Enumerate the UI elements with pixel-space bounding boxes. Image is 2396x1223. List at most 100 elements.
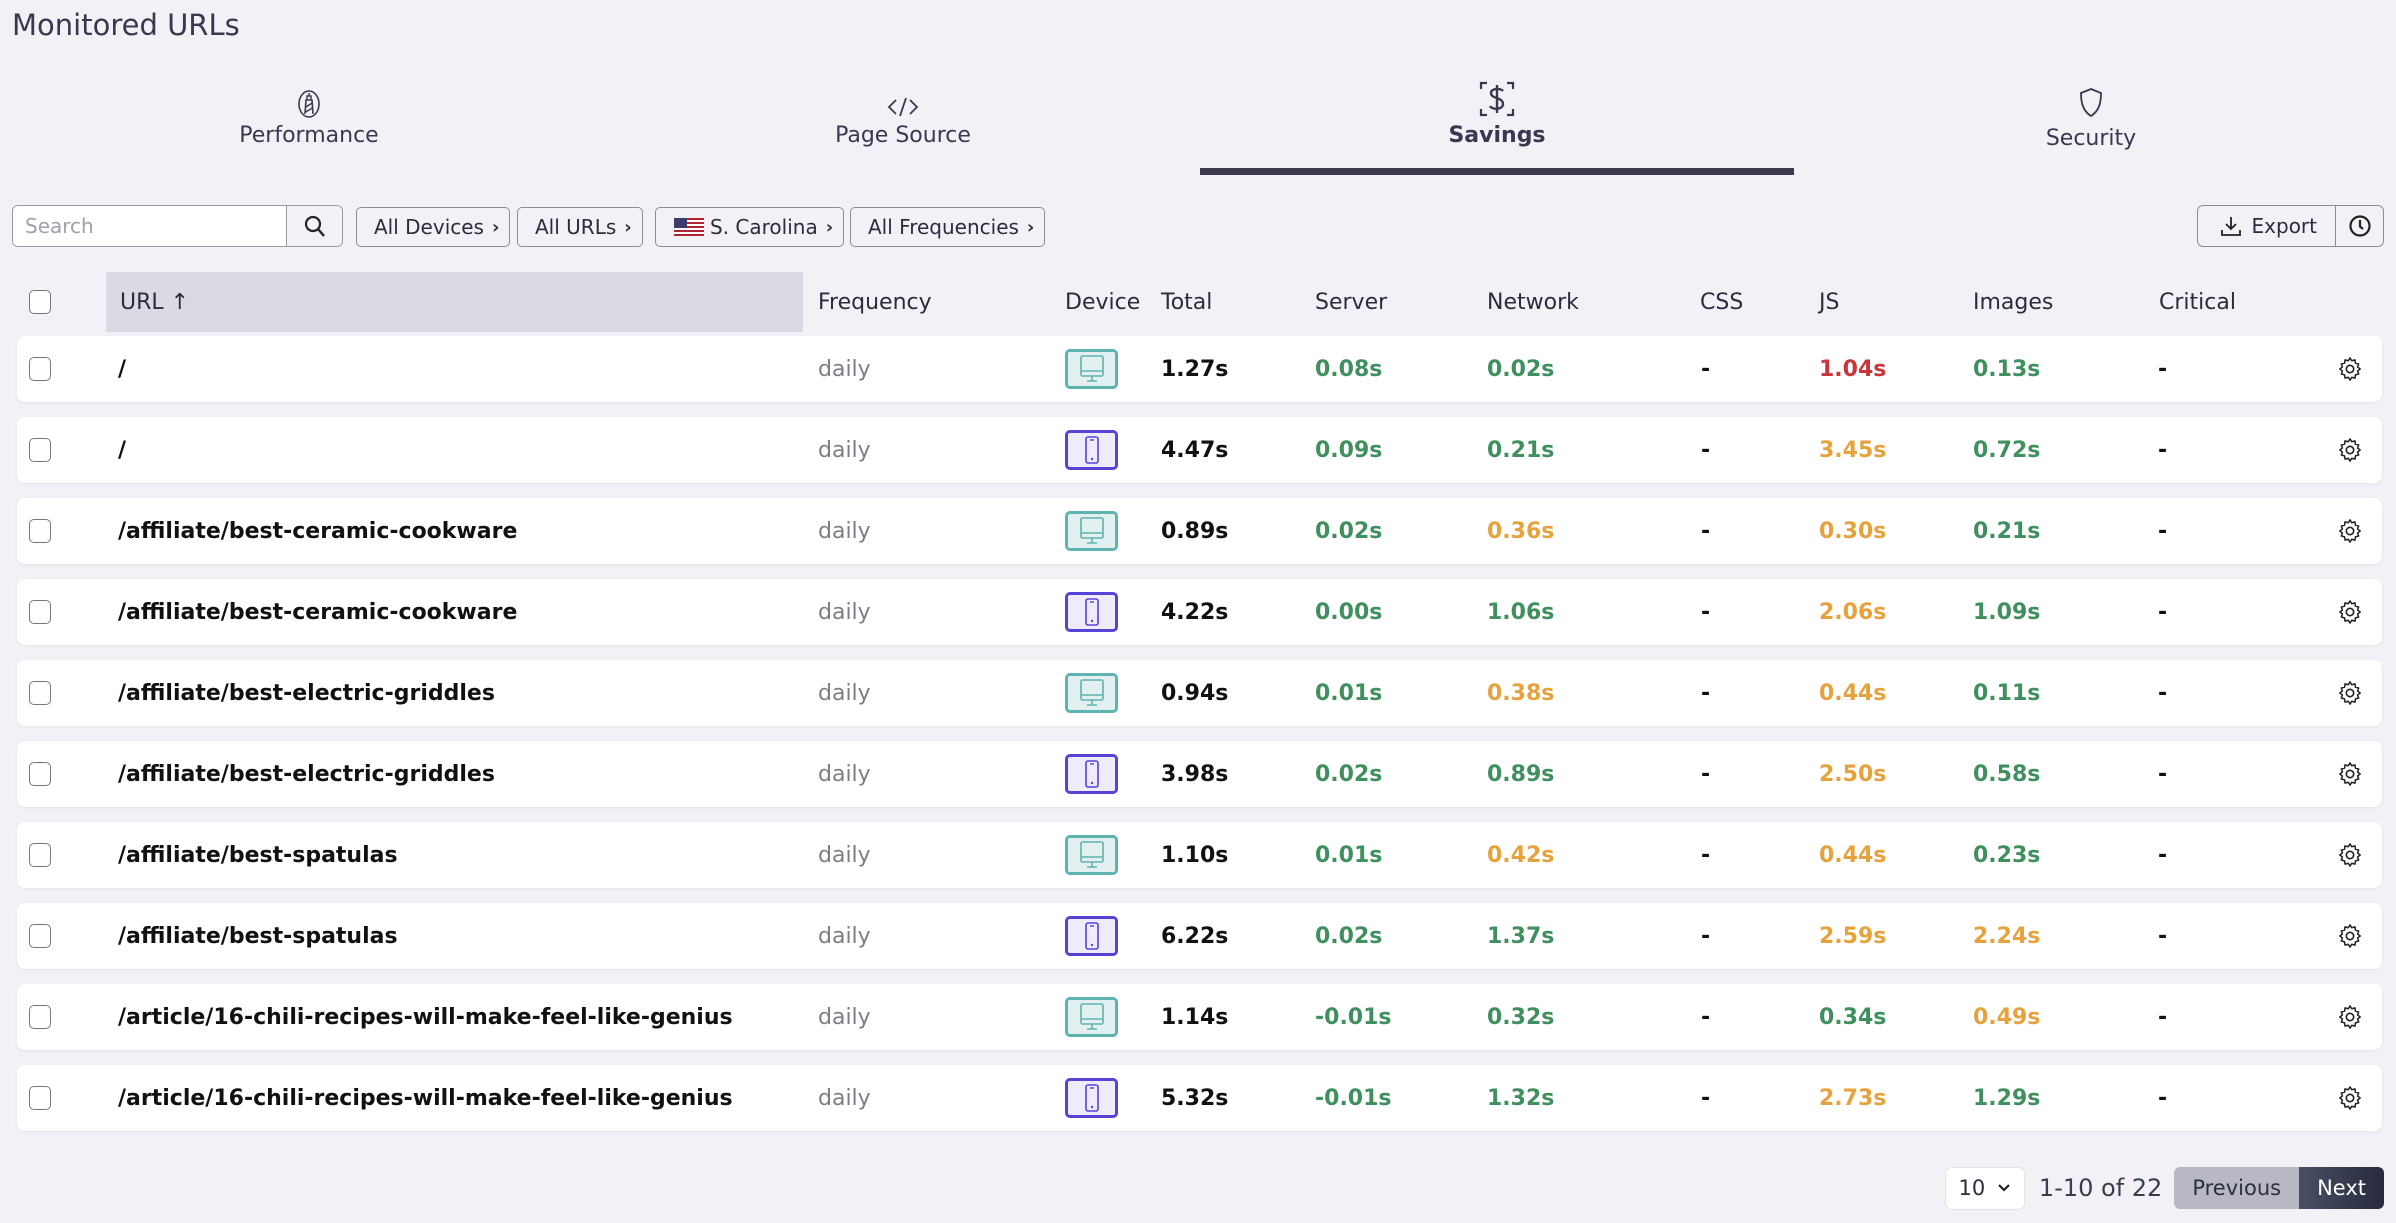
column-header-total[interactable]: Total [1161,272,1212,332]
device-badge-mobile[interactable] [1065,592,1118,632]
device-badge-desktop[interactable] [1065,835,1118,875]
filter-urls[interactable]: All URLs › [517,207,643,247]
device-badge-mobile[interactable] [1065,916,1118,956]
row-settings-button[interactable] [2337,984,2363,1050]
tab-performance[interactable]: Performance [12,75,606,175]
url-link[interactable]: /affiliate/best-spatulas [118,822,398,888]
column-header-url[interactable]: URL ↑ [106,272,803,332]
tab-security[interactable]: Security [1794,75,2388,175]
dollar-scan-icon [1479,81,1515,117]
js-value: 2.59s [1819,923,1887,949]
url-link[interactable]: /article/16-chili-recipes-will-make-feel… [118,984,733,1050]
row-checkbox[interactable] [29,600,51,624]
row-settings-button[interactable] [2337,579,2363,645]
tab-savings[interactable]: Savings [1200,75,1794,175]
network-value: 0.36s [1487,518,1555,544]
images-value: 0.23s [1973,842,2041,868]
column-header-frequency[interactable]: Frequency [818,272,932,332]
row-checkbox[interactable] [29,357,51,381]
table-row[interactable]: /article/16-chili-recipes-will-make-feel… [17,984,2382,1050]
table-row[interactable]: /affiliate/best-spatulas daily 1.10s 0.01s 0… [17,822,2382,888]
column-header-css[interactable]: CSS [1700,272,1743,332]
row-settings-button[interactable] [2337,903,2363,969]
critical-value: - [2158,437,2168,463]
images-value: 2.24s [1973,923,2041,949]
device-badge-mobile[interactable] [1065,754,1118,794]
select-all-checkbox[interactable] [29,290,51,314]
device-cell [1065,660,1118,726]
network-value: 0.42s [1487,842,1555,868]
column-header-network[interactable]: Network [1487,272,1579,332]
row-checkbox[interactable] [29,762,51,786]
total-value: 5.32s [1161,1085,1229,1111]
js-value: 0.34s [1819,1004,1887,1030]
device-cell [1065,417,1118,483]
url-link[interactable]: / [118,336,126,402]
row-settings-button[interactable] [2337,822,2363,888]
gear-icon [2339,438,2361,462]
url-link[interactable]: /affiliate/best-ceramic-cookware [118,498,517,564]
url-link[interactable]: /affiliate/best-electric-griddles [118,741,495,807]
history-button[interactable] [2335,206,2383,246]
table-row[interactable]: / daily 1.27s 0.08s 0.02s 1.04s 0.13s - - [17,336,2382,402]
row-checkbox[interactable] [29,924,51,948]
export-button[interactable]: Export [2198,206,2335,246]
js-value: 1.04s [1819,356,1887,382]
clock-icon [2348,215,2371,237]
device-badge-desktop[interactable] [1065,997,1118,1037]
device-badge-desktop[interactable] [1065,349,1118,389]
row-checkbox[interactable] [29,519,51,543]
table-row[interactable]: /article/16-chili-recipes-will-make-feel… [17,1065,2382,1131]
url-link[interactable]: /article/16-chili-recipes-will-make-feel… [118,1065,733,1131]
table-row[interactable]: /affiliate/best-ceramic-cookware daily 0.8… [17,498,2382,564]
table-row[interactable]: /affiliate/best-electric-griddles daily 0.… [17,660,2382,726]
device-badge-mobile[interactable] [1065,430,1118,470]
row-settings-button[interactable] [2337,417,2363,483]
filter-location[interactable]: S. Carolina › [655,207,845,247]
column-header-server[interactable]: Server [1315,272,1387,332]
row-settings-button[interactable] [2337,498,2363,564]
per-page-select[interactable]: 10 [1944,1166,2025,1210]
next-button[interactable]: Next [2299,1167,2384,1209]
url-link[interactable]: /affiliate/best-electric-griddles [118,660,495,726]
device-cell [1065,822,1118,888]
images-value: 0.49s [1973,1004,2041,1030]
column-header-images[interactable]: Images [1973,272,2053,332]
search-input[interactable] [13,206,286,246]
device-badge-desktop[interactable] [1065,511,1118,551]
url-link[interactable]: / [118,417,126,483]
url-link[interactable]: /affiliate/best-ceramic-cookware [118,579,517,645]
row-checkbox[interactable] [29,1086,51,1110]
row-checkbox[interactable] [29,681,51,705]
row-checkbox[interactable] [29,843,51,867]
row-settings-button[interactable] [2337,741,2363,807]
row-settings-button[interactable] [2337,336,2363,402]
frequency-value: daily [818,680,871,706]
table-row[interactable]: /affiliate/best-spatulas daily 6.22s 0.02s 1… [17,903,2382,969]
row-settings-button[interactable] [2337,1065,2363,1131]
row-checkbox[interactable] [29,1005,51,1029]
critical-value: - [2158,761,2168,787]
per-page-value: 10 [1958,1176,1986,1200]
table-row[interactable]: /affiliate/best-ceramic-cookware daily 4.2… [17,579,2382,645]
column-header-critical[interactable]: Critical [2159,272,2236,332]
table-row[interactable]: /affiliate/best-electric-griddles daily 3.… [17,741,2382,807]
column-header-js[interactable]: JS [1819,272,1839,332]
chevron-right-icon: › [1026,216,1035,238]
previous-button[interactable]: Previous [2174,1167,2300,1209]
search-button[interactable] [286,206,342,246]
device-badge-desktop[interactable] [1065,673,1118,713]
critical-value: - [2158,1085,2168,1111]
tab-page-source[interactable]: Page Source [606,75,1200,175]
url-link[interactable]: /affiliate/best-spatulas [118,903,398,969]
filter-devices[interactable]: All Devices › [356,207,511,247]
table-row[interactable]: / daily 4.47s 0.09s 0.21s 3.45s 0.72s - - [17,417,2382,483]
column-header-device[interactable]: Device [1065,272,1140,332]
mobile-icon [1084,436,1099,464]
device-cell [1065,741,1118,807]
tab-label: Savings [1448,123,1546,148]
row-checkbox[interactable] [29,438,51,462]
filter-frequencies[interactable]: All Frequencies › [850,207,1046,247]
device-badge-mobile[interactable] [1065,1078,1118,1118]
row-settings-button[interactable] [2337,660,2363,726]
